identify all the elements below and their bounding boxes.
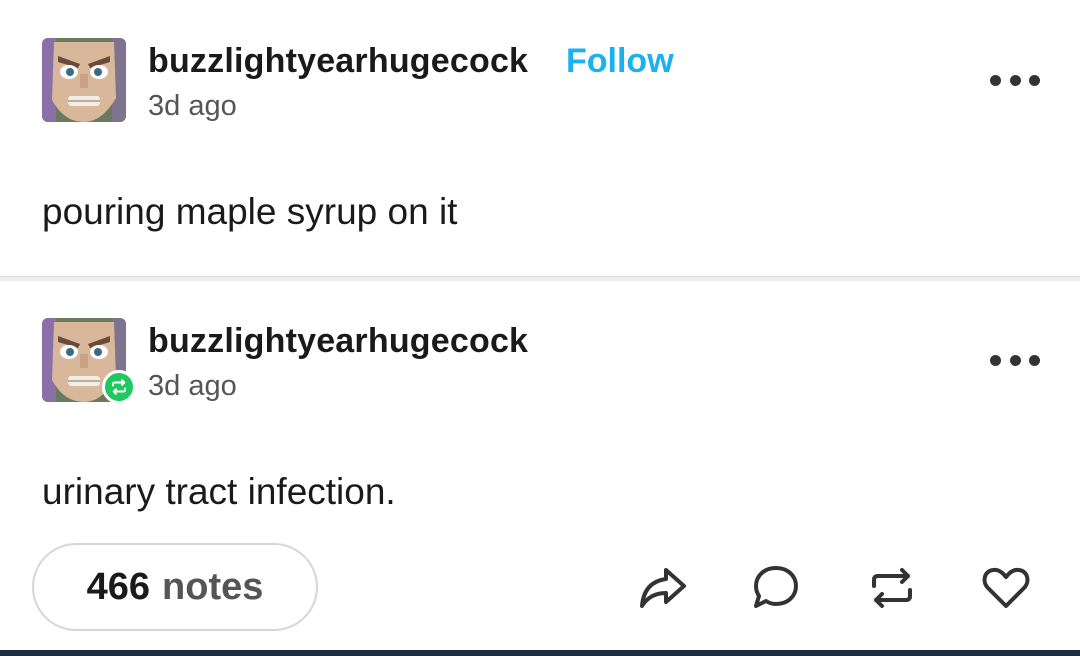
post-body-text: pouring maple syrup on it [42,191,458,232]
reblog-badge-icon [102,370,136,404]
post-body-text: urinary tract infection. [42,471,396,512]
avatar[interactable] [42,38,126,122]
username[interactable]: buzzlightyearhugecock [148,322,528,361]
notes-label: notes [162,565,264,608]
more-options-icon[interactable] [990,68,1040,92]
buzz-lightyear-face-icon [42,38,126,122]
bottom-bar [0,650,1080,656]
follow-button[interactable]: Follow [566,42,674,81]
more-options-icon[interactable] [990,348,1040,372]
notes-count: 466 [86,565,151,608]
reply-icon[interactable] [748,560,804,616]
post-header: buzzlightyearhugecock Follow 3d ago [0,38,1080,128]
timestamp: 3d ago [148,370,237,402]
username[interactable]: buzzlightyearhugecock [148,42,528,81]
post-header: buzzlightyearhugecock 3d ago [0,318,1080,408]
share-icon[interactable] [634,560,690,616]
divider [0,276,1080,281]
timestamp: 3d ago [148,90,237,122]
heart-icon[interactable] [978,560,1034,616]
reblog-icon[interactable] [864,560,920,616]
tumblr-post-thread: buzzlightyearhugecock Follow 3d ago pour… [0,0,1080,656]
notes-button[interactable]: 466 notes [32,543,318,631]
